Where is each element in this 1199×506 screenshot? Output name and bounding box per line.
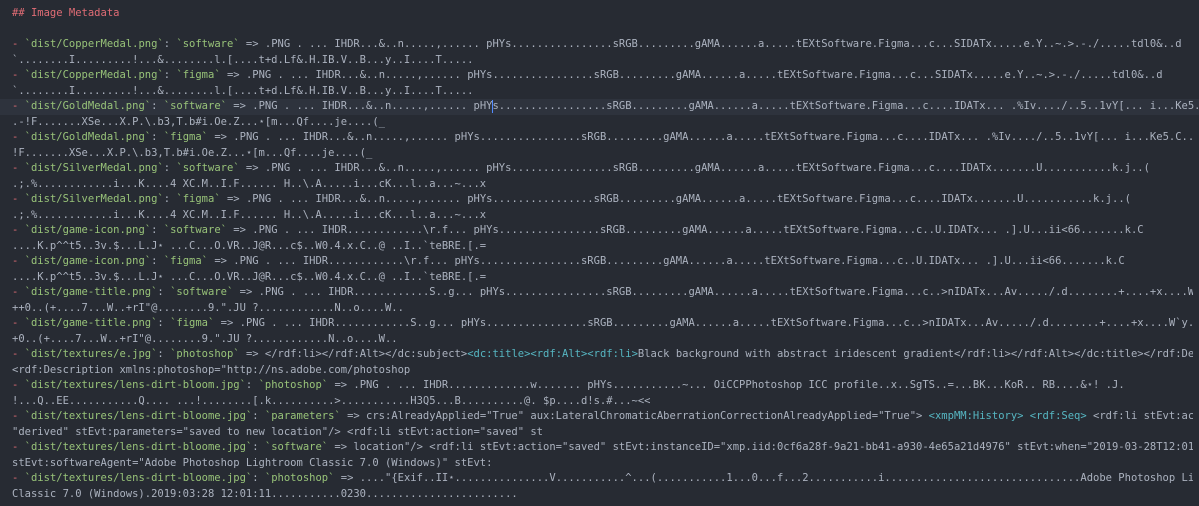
metadata-value: => .PNG . ... IHDR...&..n.....,...... pH… <box>239 38 1182 50</box>
file-path: `dist/textures/lens-dirt-bloom.jpg` <box>24 379 246 391</box>
list-item: - `dist/textures/lens-dirt-bloome.jpg`: … <box>12 440 1193 456</box>
list-item-continuation: Classic 7.0 (Windows).2019:03:28 12:01:1… <box>12 487 1193 503</box>
file-path: `dist/SilverMedal.png` <box>24 162 164 174</box>
file-path: `dist/game-title.png` <box>24 317 158 329</box>
list-item-continuation: ....K.p^^t5..3v.$...L.J⋆ ...C...O.VR..J@… <box>12 239 1193 255</box>
list-item: - `dist/game-title.png`: `figma` => .PNG… <box>12 316 1193 332</box>
metadata-value-cont: ....K.p^^t5..3v.$...L.J⋆ ...C...O.VR..J@… <box>12 239 487 252</box>
file-path: `dist/textures/e.jpg` <box>24 348 158 360</box>
metadata-value: => crs:AlreadyApplied="True" aux:Lateral… <box>340 410 929 422</box>
file-path: `dist/game-icon.png` <box>24 224 152 236</box>
list-item: - `dist/CopperMedal.png`: `figma` => .PN… <box>12 69 1163 81</box>
file-path: `dist/textures/lens-dirt-bloome.jpg` <box>24 472 253 484</box>
metadata-key: `figma` <box>176 69 221 81</box>
markdown-editor[interactable]: ## Image Metadata - `dist/CopperMedal.pn… <box>0 0 1199 506</box>
file-path: `dist/game-title.png` <box>24 286 158 298</box>
metadata-key: `software` <box>176 162 240 174</box>
metadata-value: => location"/> <rdf:li stEvt:action="sav… <box>328 441 1193 453</box>
section-heading: ## Image Metadata <box>12 7 120 19</box>
list-item: - `dist/textures/e.jpg`: `photoshop` => … <box>12 347 1193 363</box>
metadata-value-cont: .;.%............i...K....4 XC.M..I.F....… <box>12 177 487 190</box>
list-item: - `dist/SilverMedal.png`: `software` => … <box>12 162 1150 174</box>
list-item-continuation: .-!F.......XSe...X.P.\.b3,T.b#i.Oe.Z...⋆… <box>12 115 1193 131</box>
list-item: - `dist/SilverMedal.png`: `figma` => .PN… <box>12 193 1131 205</box>
list-item-continuation: `........I.........!...&........l.[....t… <box>12 84 1193 100</box>
metadata-value: <rdf:li stEvt:action= <box>1093 410 1193 422</box>
metadata-value-cont: .-!F.......XSe...X.P.\.b3,T.b#i.Oe.Z...⋆… <box>12 115 385 128</box>
metadata-value: => .PNG . ... IHDR...&..n.....,...... pH… <box>208 131 1193 143</box>
metadata-value-cont: ++0..(+....7...W..+rI"@........9.".JU ?.… <box>12 301 404 314</box>
list-item: - `dist/GoldMedal.png`: `figma` => .PNG … <box>12 130 1193 146</box>
metadata-value-cont: !F.......XSe...X.P.\.b3,T.b#i.Oe.Z...⋆[m… <box>12 146 373 159</box>
metadata-value-cont: `........I.........!...&........l.[....t… <box>12 84 474 97</box>
list-item-continuation: !...Q..EE...........Q.... ...!........[.… <box>12 394 1193 410</box>
file-path: `dist/game-icon.png` <box>24 255 152 267</box>
file-path: `dist/textures/lens-dirt-bloome.jpg` <box>24 410 253 422</box>
html-tag: <xmpMM:History> <rdf:Seq> <box>928 410 1087 422</box>
metadata-value-cont: Classic 7.0 (Windows).2019:03:28 12:01:1… <box>12 487 518 500</box>
metadata-value: => .PNG . ... IHDR...&..n.....,...... pH… <box>239 162 1150 174</box>
metadata-key: `parameters` <box>264 410 341 422</box>
list-item-continuation: !F.......XSe...X.P.\.b3,T.b#i.Oe.Z...⋆[m… <box>12 146 1193 162</box>
metadata-key: `photoshop` <box>170 348 240 360</box>
metadata-value: => .PNG . ... IHDR...&..n.....,...... pH… <box>220 193 1131 205</box>
list-item-continuation: `........I.........!...&........l.[....t… <box>12 53 1193 69</box>
file-path: `dist/GoldMedal.png` <box>24 131 152 143</box>
metadata-value: => .PNG . ... IHDR.............w....... … <box>328 379 1125 391</box>
metadata-list: - `dist/CopperMedal.png`: `software` => … <box>0 37 1199 503</box>
metadata-value: => .PNG . ... IHDR............\r.f... pH… <box>226 224 1144 236</box>
metadata-key: `figma` <box>163 131 209 143</box>
metadata-key: `software` <box>264 441 329 453</box>
list-item-continuation: "derived" stEvt:parameters="saved to new… <box>12 425 1193 441</box>
metadata-value: => ...."{Exif..II⋆...............V......… <box>334 472 1193 484</box>
list-item-continuation: +0..(+....7...W..+rI"@........9.".JU ?..… <box>12 332 1193 348</box>
list-item: - `dist/CopperMedal.png`: `software` => … <box>12 38 1182 50</box>
metadata-key: `software` <box>170 286 234 298</box>
html-tag: <dc:title><rdf:Alt><rdf:li> <box>467 348 638 360</box>
list-item-continuation: stEvt:softwareAgent="Adobe Photoshop Lig… <box>12 456 1193 472</box>
list-item-current-line: - `dist/GoldMedal.png`: `software` => .P… <box>0 99 1199 115</box>
metadata-value-cont: `........I.........!...&........l.[....t… <box>12 53 474 66</box>
metadata-value: s.................sRGB.........gAMA.....… <box>492 100 1199 112</box>
metadata-value-cont: "derived" stEvt:parameters="saved to new… <box>12 425 544 438</box>
metadata-key: `software` <box>176 38 240 50</box>
metadata-value: => </rdf:li></rdf:Alt></dc:subject> <box>239 348 468 360</box>
metadata-value-cont: ....K.p^^t5..3v.$...L.J⋆ ...C...O.VR..J@… <box>12 270 487 283</box>
metadata-value-cont: stEvt:softwareAgent="Adobe Photoshop Lig… <box>12 456 493 469</box>
metadata-value-cont: <rdf:Description xmlns:photoshop="http:/… <box>12 363 411 376</box>
list-item-continuation: ....K.p^^t5..3v.$...L.J⋆ ...C...O.VR..J@… <box>12 270 1193 286</box>
file-path: `dist/textures/lens-dirt-bloome.jpg` <box>24 441 253 453</box>
metadata-value-cont: .;.%............i...K....4 XC.M..I.F....… <box>12 208 487 221</box>
list-item-continuation: .;.%............i...K....4 XC.M..I.F....… <box>12 208 1193 224</box>
list-item: - `dist/textures/lens-dirt-bloom.jpg`: `… <box>12 379 1125 391</box>
metadata-key: `photoshop` <box>264 472 335 484</box>
metadata-value-cont: +0..(+....7...W..+rI"@........9.".JU ?..… <box>12 332 398 345</box>
metadata-key: `figma` <box>170 317 215 329</box>
file-path: `dist/CopperMedal.png` <box>24 38 164 50</box>
list-item-continuation: ++0..(+....7...W..+rI"@........9.".JU ?.… <box>12 301 1193 317</box>
list-item: - `dist/game-icon.png`: `figma` => .PNG … <box>12 255 1125 267</box>
list-item: - `dist/textures/lens-dirt-bloome.jpg`: … <box>12 471 1193 487</box>
list-item-continuation: <rdf:Description xmlns:photoshop="http:/… <box>12 363 1193 379</box>
list-item: - `dist/textures/lens-dirt-bloome.jpg`: … <box>12 409 1193 425</box>
list-item: - `dist/game-title.png`: `software` => .… <box>12 285 1193 301</box>
file-path: `dist/SilverMedal.png` <box>24 193 164 205</box>
metadata-key: `software` <box>163 100 227 112</box>
metadata-value: => .PNG . ... IHDR............S..g... pH… <box>233 286 1193 298</box>
metadata-value: Black background with abstract iridescen… <box>637 348 1193 360</box>
file-path: `dist/GoldMedal.png` <box>24 100 152 112</box>
metadata-value-cont: !...Q..EE...........Q.... ...!........[.… <box>12 394 651 407</box>
metadata-key: `software` <box>163 224 227 236</box>
metadata-value: => .PNG . ... IHDR............S..g... pH… <box>214 317 1193 329</box>
metadata-key: `figma` <box>176 193 221 205</box>
metadata-key: `photoshop` <box>258 379 329 391</box>
metadata-value: => .PNG . ... IHDR............\r.f... pH… <box>208 255 1125 267</box>
list-item-continuation: .;.%............i...K....4 XC.M..I.F....… <box>12 177 1193 193</box>
file-path: `dist/CopperMedal.png` <box>24 69 164 81</box>
metadata-value: => .PNG . ... IHDR...&..n.....,...... pH… <box>220 69 1163 81</box>
metadata-key: `figma` <box>163 255 209 267</box>
metadata-value: => .PNG . ... IHDR...&..n.....,...... pH… <box>226 100 493 112</box>
list-item: - `dist/game-icon.png`: `software` => .P… <box>12 224 1144 236</box>
